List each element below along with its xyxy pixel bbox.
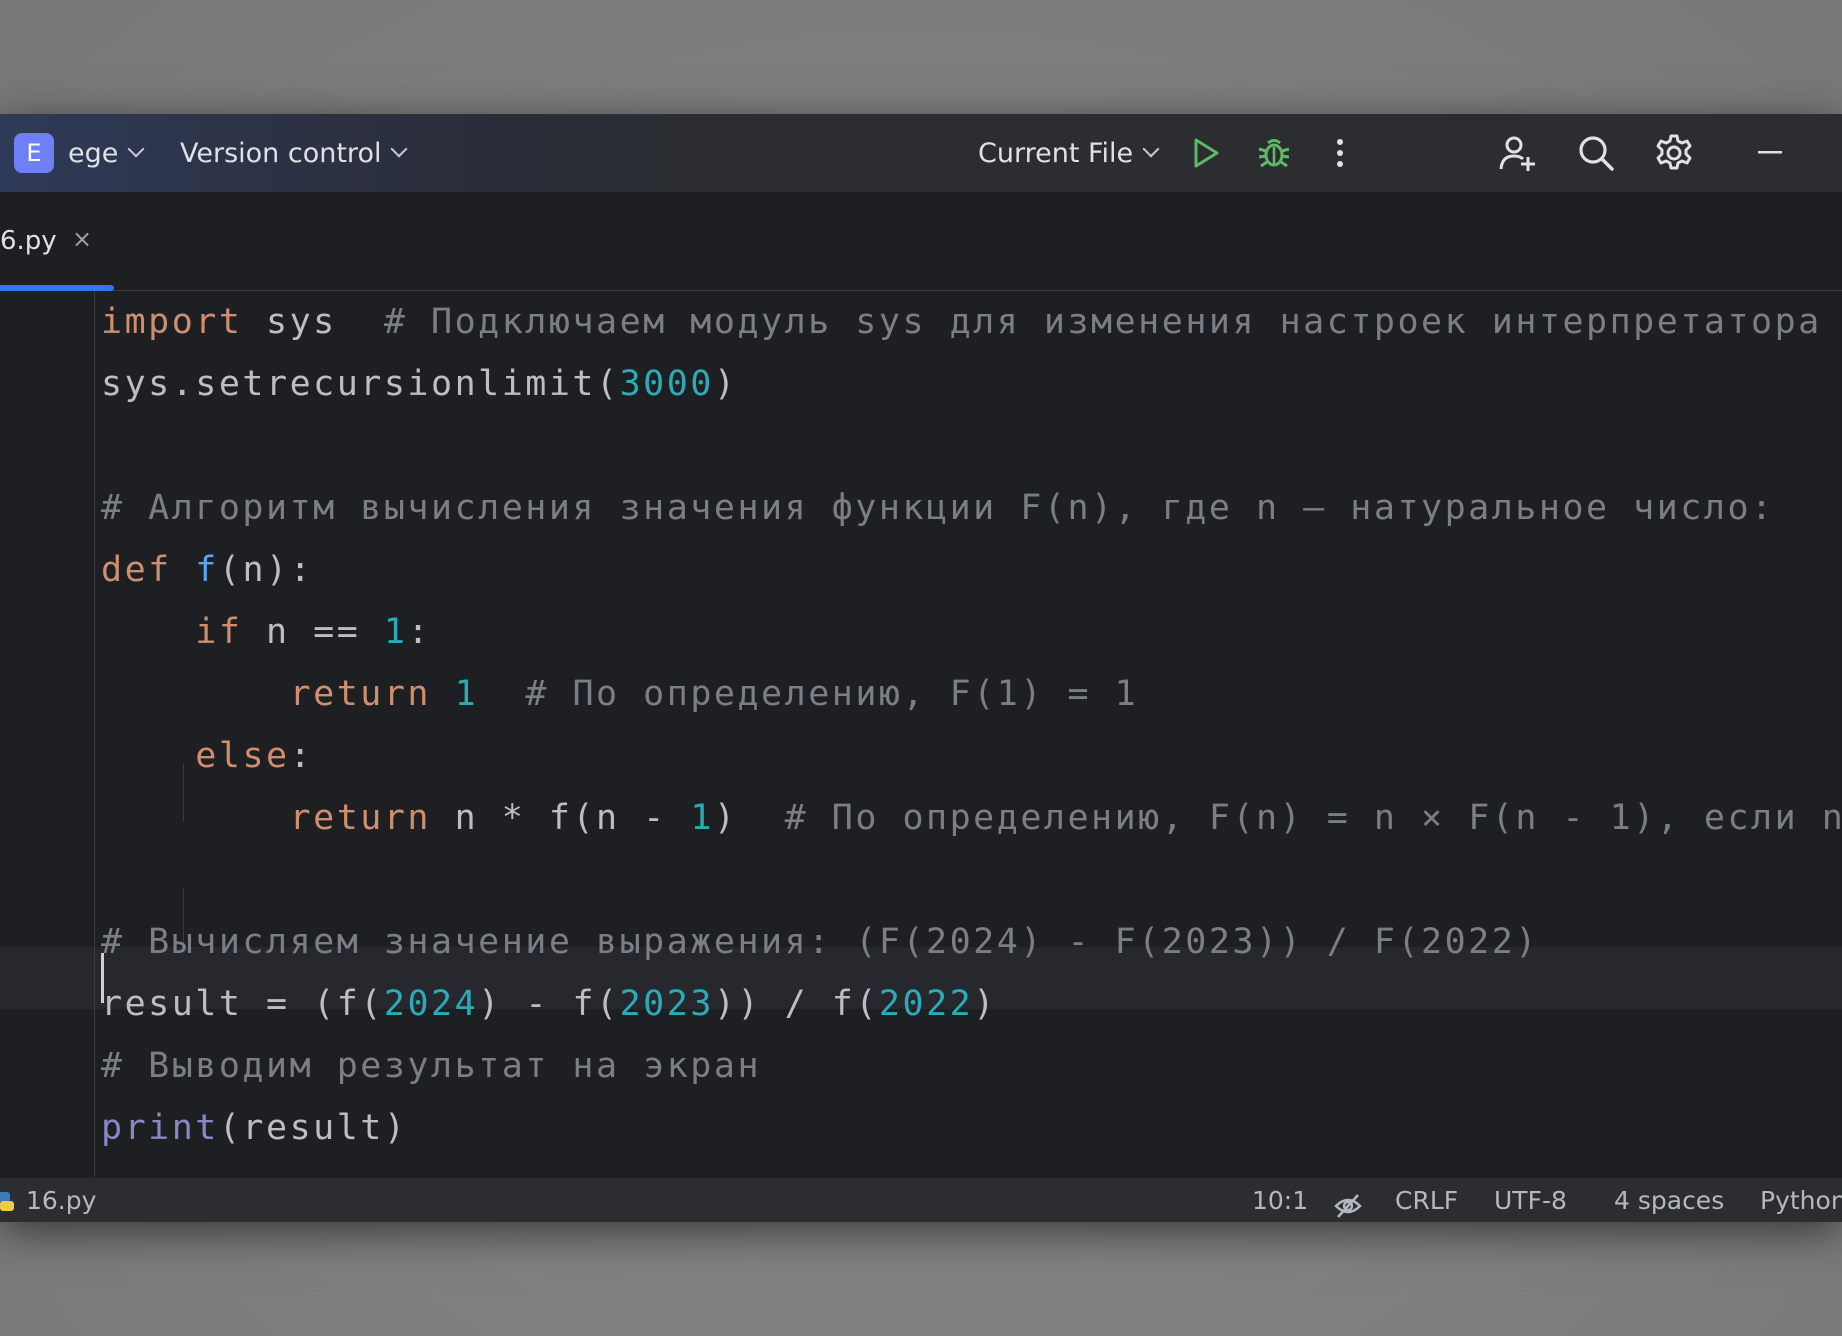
breadcrumb-file[interactable]: 16.py bbox=[0, 1178, 96, 1222]
minimize-button[interactable] bbox=[1748, 114, 1792, 192]
number-literal: 1 bbox=[383, 612, 408, 652]
code-line-11: # Вычисляем значение выражения: (F(2024)… bbox=[101, 911, 1539, 973]
code-editor[interactable]: import sys # Подключаем модуль sys для и… bbox=[0, 291, 1842, 1177]
function-name: f bbox=[195, 550, 219, 590]
settings-button[interactable] bbox=[1652, 114, 1696, 192]
code-line-9: return n * f(n - 1) # По определению, F(… bbox=[101, 787, 1842, 849]
number-literal: 2023 bbox=[619, 984, 714, 1024]
file-encoding[interactable]: UTF-8 bbox=[1494, 1178, 1567, 1222]
debug-icon bbox=[1252, 131, 1296, 175]
run-config-selector[interactable]: Current File bbox=[978, 114, 1160, 192]
number-literal: 1 bbox=[454, 674, 479, 714]
vcs-selector[interactable]: Version control bbox=[180, 114, 408, 192]
readonly-toggle[interactable] bbox=[1334, 1188, 1362, 1218]
comment: # По определению, F(n) = n × F(n - 1), е… bbox=[784, 798, 1842, 838]
indent-setting[interactable]: 4 spaces bbox=[1614, 1178, 1724, 1222]
code-line-1: import sys # Подключаем модуль sys для и… bbox=[101, 302, 1822, 342]
tab-label: 6.py bbox=[0, 226, 57, 256]
keyword-else: else bbox=[195, 736, 290, 776]
tab-6-py[interactable]: 6.py × bbox=[0, 192, 114, 291]
chevron-down-icon bbox=[1142, 140, 1160, 158]
code-line-6: if n == 1: bbox=[195, 612, 432, 652]
eye-off-icon bbox=[1334, 1194, 1362, 1218]
project-badge: E bbox=[14, 133, 54, 173]
more-vertical-icon bbox=[1318, 131, 1362, 175]
main-toolbar: E ege Version control Current File bbox=[0, 114, 1842, 192]
python-file-icon bbox=[0, 1192, 14, 1211]
chevron-down-icon bbox=[390, 140, 408, 158]
chevron-down-icon bbox=[127, 140, 145, 158]
keyword-import: import bbox=[101, 302, 243, 342]
run-icon bbox=[1184, 131, 1228, 175]
number-literal: 2022 bbox=[878, 984, 974, 1024]
keyword-return: return bbox=[289, 798, 432, 838]
number-literal: 2024 bbox=[383, 984, 479, 1024]
comment: # Алгоритм вычисления значения функции F… bbox=[101, 488, 1775, 528]
number-literal: 3000 bbox=[619, 364, 714, 404]
keyword-return: return bbox=[289, 674, 432, 714]
search-icon bbox=[1574, 131, 1618, 175]
status-bar: 16.py 10:1 CRLF UTF-8 4 spaces Python bbox=[0, 1177, 1842, 1222]
code-with-me-button[interactable] bbox=[1496, 114, 1540, 192]
language-interpreter[interactable]: Python bbox=[1760, 1178, 1842, 1222]
comment: # Вычисляем значение выражения: (F(2024)… bbox=[101, 922, 1539, 962]
code-line-8: else: bbox=[195, 736, 314, 776]
add-user-icon bbox=[1496, 131, 1540, 175]
gear-icon bbox=[1652, 131, 1696, 175]
editor-tabs: 6.py × bbox=[0, 192, 1842, 291]
code-line-4: # Алгоритм вычисления значения функции F… bbox=[101, 477, 1775, 539]
close-icon[interactable]: × bbox=[72, 225, 92, 253]
project-selector[interactable]: E ege bbox=[14, 114, 145, 192]
text-caret bbox=[101, 953, 104, 1003]
ide-window: E ege Version control Current File 6.py … bbox=[0, 114, 1842, 1222]
caret-position[interactable]: 10:1 bbox=[1252, 1178, 1308, 1222]
run-config-label: Current File bbox=[978, 137, 1134, 169]
builtin-print: print bbox=[101, 1108, 219, 1148]
line-separator[interactable]: CRLF bbox=[1395, 1178, 1458, 1222]
code-line-7: return 1 # По определению, F(1) = 1 bbox=[101, 663, 1138, 725]
number-literal: 1 bbox=[690, 798, 714, 838]
code-line-5: def f(n): bbox=[101, 550, 314, 590]
more-button[interactable] bbox=[1318, 114, 1362, 192]
minimize-icon bbox=[1748, 131, 1792, 175]
code-line-2: sys.setrecursionlimit(3000) bbox=[101, 364, 738, 404]
search-button[interactable] bbox=[1574, 114, 1618, 192]
code-line-12: result = (f(2024) - f(2023)) / f(2022) bbox=[101, 984, 997, 1024]
code-line-14: print(result) bbox=[101, 1108, 408, 1148]
comment: # Выводим результат на экран bbox=[101, 1046, 762, 1086]
vcs-label: Version control bbox=[180, 137, 382, 169]
code-line-13: # Выводим результат на экран bbox=[101, 1035, 761, 1097]
project-name: ege bbox=[68, 137, 119, 169]
comment: # По определению, F(1) = 1 bbox=[525, 674, 1139, 714]
gutter-divider bbox=[94, 291, 95, 1177]
debug-button[interactable] bbox=[1252, 114, 1296, 192]
file-name: 16.py bbox=[25, 1186, 97, 1215]
comment: # Подключаем модуль sys для изменения на… bbox=[383, 302, 1822, 342]
keyword-def: def bbox=[101, 550, 172, 590]
run-button[interactable] bbox=[1184, 114, 1228, 192]
keyword-if: if bbox=[195, 612, 243, 652]
